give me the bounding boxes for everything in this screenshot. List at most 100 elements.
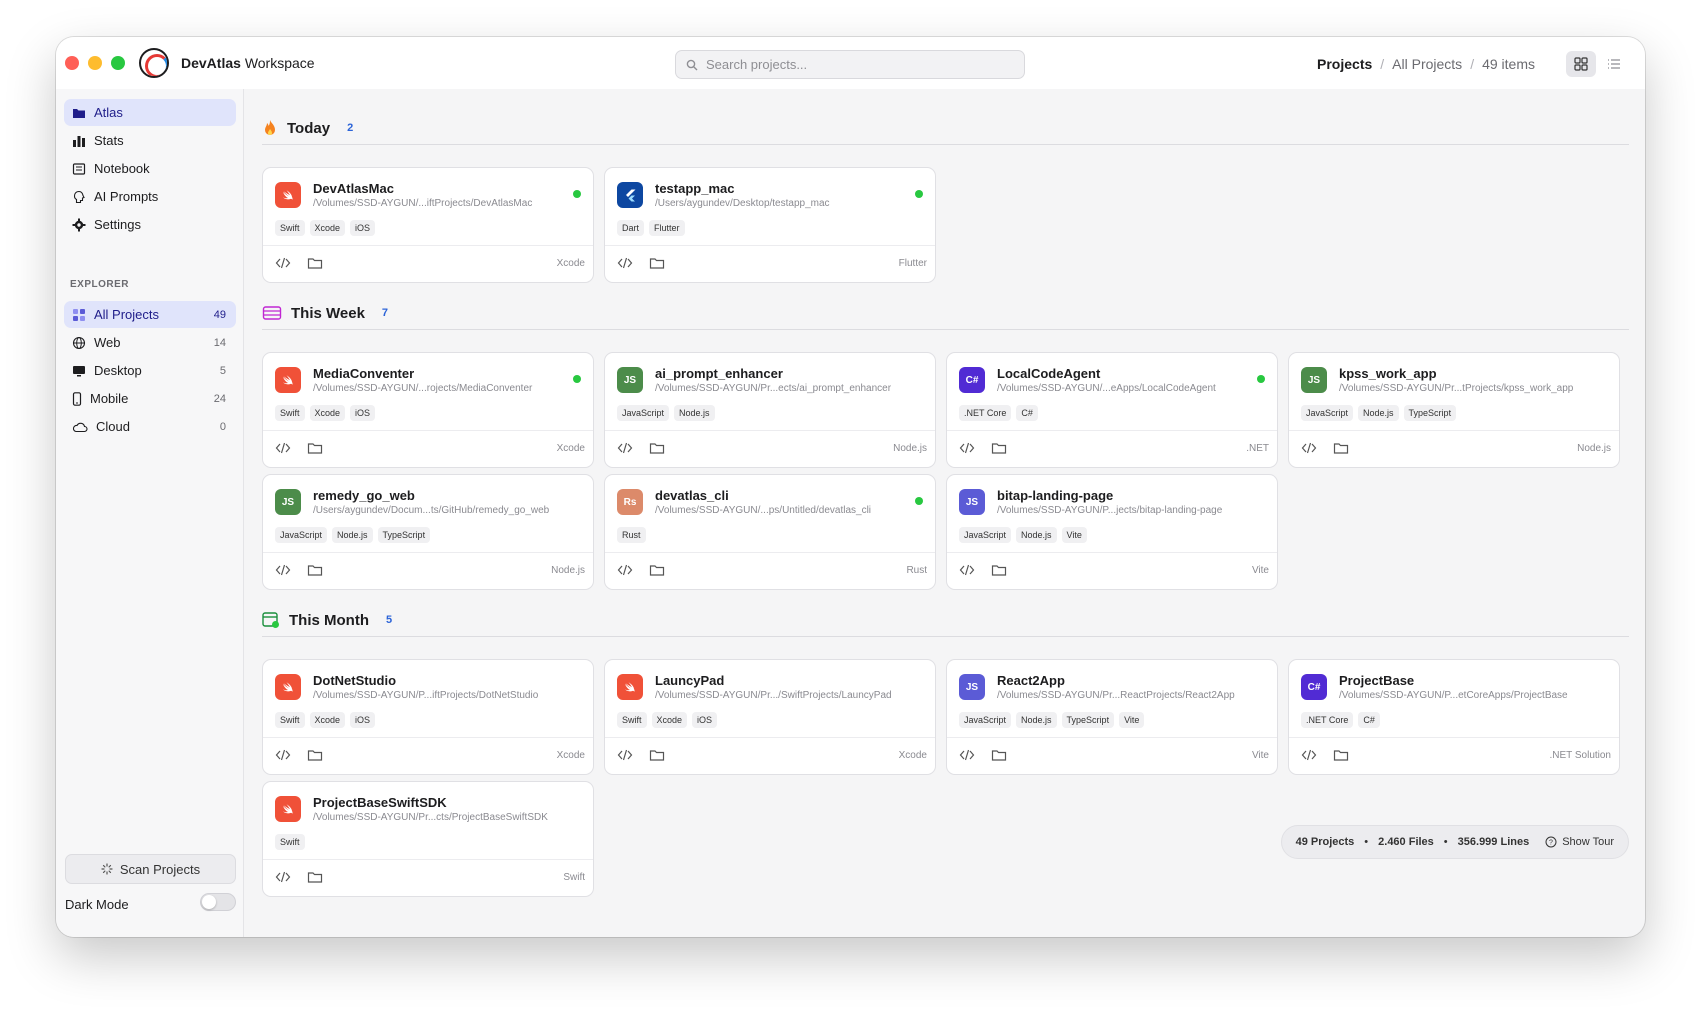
breadcrumb-section[interactable]: All Projects bbox=[1392, 56, 1462, 72]
code-icon[interactable] bbox=[959, 441, 975, 455]
folder-icon[interactable] bbox=[991, 563, 1007, 577]
app-title: DevAtlas Workspace bbox=[181, 55, 315, 71]
tech-tag: .NET Core bbox=[959, 405, 1012, 421]
zoom-window-button[interactable] bbox=[111, 56, 125, 70]
ide-label[interactable]: Node.js bbox=[551, 565, 585, 576]
ide-label[interactable]: Rust bbox=[906, 565, 927, 576]
dark-mode-toggle[interactable] bbox=[200, 893, 236, 911]
code-icon[interactable] bbox=[275, 870, 291, 884]
folder-icon[interactable] bbox=[307, 563, 323, 577]
ide-label[interactable]: Xcode bbox=[899, 750, 927, 761]
folder-icon[interactable] bbox=[307, 748, 323, 762]
folder-icon[interactable] bbox=[649, 256, 665, 270]
js-blue-icon: JS bbox=[959, 489, 985, 515]
sidebar-item-count: 49 bbox=[213, 308, 226, 321]
tech-tags: JavaScript Node.js Vite bbox=[959, 527, 1087, 543]
project-card[interactable]: JS kpss_work_app/Volumes/SSD-AYGUN/Pr...t… bbox=[1288, 352, 1620, 468]
project-card[interactable]: JS remedy_go_web/Users/aygundev/Docum...t… bbox=[262, 474, 594, 590]
ide-label[interactable]: Xcode bbox=[557, 443, 585, 454]
ide-label[interactable]: .NET Solution bbox=[1549, 750, 1611, 761]
close-window-button[interactable] bbox=[65, 56, 79, 70]
tech-tag: TypeScript bbox=[1061, 712, 1115, 728]
folder-icon[interactable] bbox=[307, 870, 323, 884]
folder-icon[interactable] bbox=[991, 748, 1007, 762]
notebook-icon bbox=[72, 162, 86, 175]
search-input[interactable] bbox=[706, 57, 996, 72]
ide-label[interactable]: Node.js bbox=[1577, 443, 1611, 454]
folder-icon[interactable] bbox=[991, 441, 1007, 455]
tech-tag: Node.js bbox=[1016, 712, 1057, 728]
ide-label[interactable]: Node.js bbox=[893, 443, 927, 454]
code-icon[interactable] bbox=[617, 748, 633, 762]
sidebar-item-settings[interactable]: Settings bbox=[64, 211, 236, 238]
grid-view-button[interactable] bbox=[1566, 51, 1596, 77]
ide-label[interactable]: Xcode bbox=[557, 258, 585, 269]
ide-label[interactable]: Flutter bbox=[899, 258, 927, 269]
sidebar-item-web[interactable]: Web 14 bbox=[64, 329, 236, 356]
project-path: /Volumes/SSD-AYGUN/P...iftProjects/DotNe… bbox=[313, 690, 539, 701]
breadcrumb-current[interactable]: Projects bbox=[1317, 56, 1372, 72]
project-card[interactable]: ProjectBaseSwiftSDK/Volumes/SSD-AYGUN/Pr… bbox=[262, 781, 594, 897]
project-card[interactable]: DotNetStudio/Volumes/SSD-AYGUN/P...iftPr… bbox=[262, 659, 594, 775]
code-icon[interactable] bbox=[1301, 441, 1317, 455]
code-icon[interactable] bbox=[275, 441, 291, 455]
code-icon[interactable] bbox=[275, 256, 291, 270]
minimize-window-button[interactable] bbox=[88, 56, 102, 70]
sidebar-item-stats[interactable]: Stats bbox=[64, 127, 236, 154]
sidebar-item-cloud[interactable]: Cloud 0 bbox=[64, 413, 236, 440]
code-icon[interactable] bbox=[617, 563, 633, 577]
code-icon[interactable] bbox=[275, 563, 291, 577]
project-card[interactable]: JS ai_prompt_enhancer/Volumes/SSD-AYGUN/P… bbox=[604, 352, 936, 468]
flame-icon bbox=[265, 120, 275, 135]
list-view-button[interactable] bbox=[1599, 51, 1629, 77]
csharp-icon: C# bbox=[1301, 674, 1327, 700]
project-card[interactable]: JS React2App/Volumes/SSD-AYGUN/Pr...React… bbox=[946, 659, 1278, 775]
sidebar-item-mobile[interactable]: Mobile 24 bbox=[64, 385, 236, 412]
project-path: /Users/aygundev/Desktop/testapp_mac bbox=[655, 198, 830, 209]
code-icon[interactable] bbox=[617, 256, 633, 270]
tech-tags: Swift Xcode iOS bbox=[617, 712, 718, 728]
tech-tags: Swift bbox=[275, 834, 305, 850]
ide-label[interactable]: Swift bbox=[563, 872, 585, 883]
project-card[interactable]: testapp_mac/Users/aygundev/Desktop/testa… bbox=[604, 167, 936, 283]
tech-tag: Node.js bbox=[332, 527, 373, 543]
code-icon[interactable] bbox=[959, 748, 975, 762]
sidebar-item-desktop[interactable]: Desktop 5 bbox=[64, 357, 236, 384]
folder-icon[interactable] bbox=[307, 441, 323, 455]
folder-icon[interactable] bbox=[649, 441, 665, 455]
project-card[interactable]: JS bitap-landing-page/Volumes/SSD-AYGUN/P… bbox=[946, 474, 1278, 590]
folder-icon[interactable] bbox=[307, 256, 323, 270]
project-card[interactable]: C# LocalCodeAgent/Volumes/SSD-AYGUN/...eA… bbox=[946, 352, 1278, 468]
show-tour-button[interactable]: ? Show Tour bbox=[1545, 836, 1614, 848]
ide-label[interactable]: Xcode bbox=[557, 750, 585, 761]
search-bar[interactable] bbox=[675, 50, 1025, 79]
folder-icon[interactable] bbox=[1333, 441, 1349, 455]
code-icon[interactable] bbox=[1301, 748, 1317, 762]
project-path: /Volumes/SSD-AYGUN/P...jects/bitap-landi… bbox=[997, 505, 1223, 516]
folder-icon[interactable] bbox=[649, 748, 665, 762]
ide-label[interactable]: Vite bbox=[1252, 565, 1269, 576]
project-card[interactable]: MediaConventer/Volumes/SSD-AYGUN/...roje… bbox=[262, 352, 594, 468]
project-card[interactable]: C# ProjectBase/Volumes/SSD-AYGUN/P...etCo… bbox=[1288, 659, 1620, 775]
project-card[interactable]: DevAtlasMac/Volumes/SSD-AYGUN/...iftProj… bbox=[262, 167, 594, 283]
scan-projects-button[interactable]: Scan Projects bbox=[65, 854, 236, 884]
project-card[interactable]: Rs devatlas_cli/Volumes/SSD-AYGUN/...ps/U… bbox=[604, 474, 936, 590]
file-count: 2.460 Files bbox=[1378, 836, 1434, 848]
folder-icon[interactable] bbox=[649, 563, 665, 577]
project-card[interactable]: LauncyPad/Volumes/SSD-AYGUN/Pr.../SwiftP… bbox=[604, 659, 936, 775]
ide-label[interactable]: Vite bbox=[1252, 750, 1269, 761]
tech-tags: JavaScript Node.js TypeScript bbox=[1301, 405, 1457, 421]
tech-tag: JavaScript bbox=[275, 527, 328, 543]
folder-icon[interactable] bbox=[1333, 748, 1349, 762]
section-divider bbox=[262, 144, 1629, 145]
code-icon[interactable] bbox=[617, 441, 633, 455]
sidebar-item-ai-prompts[interactable]: AI Prompts bbox=[64, 183, 236, 210]
code-icon[interactable] bbox=[275, 748, 291, 762]
sidebar-item-all-projects[interactable]: All Projects 49 bbox=[64, 301, 236, 328]
ide-label[interactable]: .NET bbox=[1246, 443, 1269, 454]
all-projects-icon bbox=[73, 308, 85, 321]
code-icon[interactable] bbox=[959, 563, 975, 577]
folder-icon bbox=[73, 108, 85, 118]
sidebar-item-notebook[interactable]: Notebook bbox=[64, 155, 236, 182]
sidebar-item-atlas[interactable]: Atlas bbox=[64, 99, 236, 126]
